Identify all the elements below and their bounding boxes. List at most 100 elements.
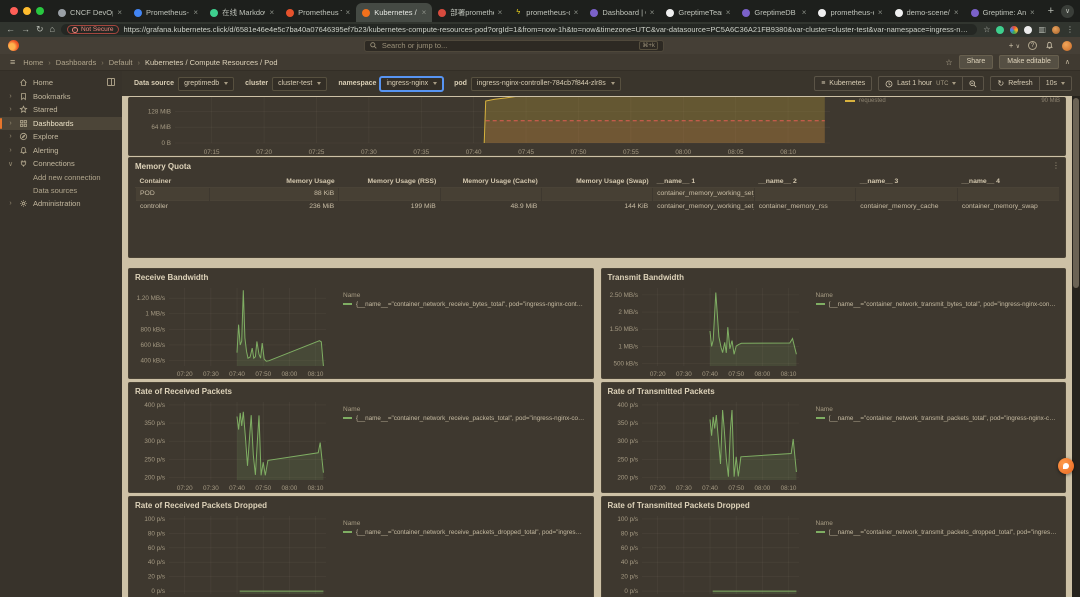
make-editable-button[interactable]: Make editable (999, 55, 1059, 69)
panel-title[interactable]: Receive Bandwidth (135, 273, 587, 283)
sidebar-item-dashboards[interactable]: ›Dashboards (0, 117, 122, 131)
panel-title[interactable]: Transmit Bandwidth (608, 273, 1060, 283)
timeseries-chart[interactable]: 0 p/s20 p/s40 p/s60 p/s80 p/s100 p/s07:2… (135, 512, 331, 597)
tab-close-icon[interactable]: × (574, 8, 579, 17)
legend-name[interactable]: requested (859, 98, 886, 104)
mega-menu-icon[interactable]: ≡ (10, 57, 15, 67)
page-scrollbar[interactable] (1072, 96, 1080, 597)
column-header[interactable]: __name__ 2 (754, 176, 856, 188)
legend-entry[interactable]: {__name__="container_network_receive_pac… (343, 529, 585, 536)
sidebar-subitem-add-new-connection[interactable]: Add new connection (0, 171, 122, 184)
new-tab-button[interactable]: + (1041, 5, 1061, 17)
url-bar[interactable]: ! Not Secure https://grafana.kubernetes.… (61, 24, 977, 35)
kubernetes-links-button[interactable]: ≡ Kubernetes (814, 76, 872, 91)
legend-entry[interactable]: {__name__="container_network_receive_byt… (343, 301, 585, 308)
variable-value-select[interactable]: ingress-nginx-controller-784cb7f844-zlr8… (471, 77, 621, 91)
tab-close-icon[interactable]: × (726, 8, 731, 17)
chevron-icon[interactable]: › (7, 106, 14, 113)
panel-title[interactable]: Rate of Received Packets (135, 387, 587, 397)
tab-close-icon[interactable]: × (802, 8, 807, 17)
share-button[interactable]: Share (959, 55, 994, 69)
favorite-star-icon[interactable]: ☆ (945, 58, 952, 67)
tab-close-icon[interactable]: × (193, 8, 198, 17)
tab-close-icon[interactable]: × (498, 8, 503, 17)
time-range-picker[interactable]: Last 1 hour UTC (878, 76, 963, 91)
zoom-out-time-button[interactable] (963, 76, 984, 91)
browser-tab[interactable]: demo-scene/ngin× (889, 3, 965, 22)
column-header[interactable]: Container (136, 176, 210, 188)
tab-search-chevron-icon[interactable]: ∨ (1061, 5, 1074, 18)
panel-title[interactable]: Rate of Transmitted Packets (608, 387, 1060, 397)
profile-avatar[interactable] (1052, 26, 1060, 34)
breadcrumb-item[interactable]: Default (109, 58, 133, 67)
window-controls[interactable] (10, 7, 44, 15)
floating-widget-badge[interactable] (1058, 458, 1074, 474)
zoom-window-icon[interactable] (36, 7, 44, 15)
memory-legend-entry[interactable]: requested 90 MiB (845, 98, 1060, 104)
refresh-interval-select[interactable]: 10s (1040, 76, 1072, 91)
browser-tab[interactable]: Prometheus Time× (280, 3, 356, 22)
minimize-window-icon[interactable] (23, 7, 31, 15)
column-header[interactable]: Memory Usage (Cache) (440, 176, 542, 188)
browser-tab[interactable]: ϟprometheus-oper× (508, 3, 584, 22)
memory-usage-chart[interactable]: 0 B64 MiB128 MiB07:1507:2007:2507:3007:3… (129, 97, 834, 156)
breadcrumb-item[interactable]: Dashboards (56, 58, 96, 67)
side-panel-icon[interactable]: ▥ (1038, 25, 1046, 34)
refresh-button[interactable]: ↻ Refresh (990, 76, 1039, 91)
sidebar-subitem-data-sources[interactable]: Data sources (0, 184, 122, 197)
timeseries-chart[interactable]: 200 p/s250 p/s300 p/s350 p/s400 p/s07:20… (135, 398, 331, 492)
reload-icon[interactable]: ↻ (36, 25, 44, 34)
grafana-logo-icon[interactable] (8, 40, 19, 51)
tab-close-icon[interactable]: × (650, 8, 655, 17)
home-icon[interactable]: ⌂ (50, 25, 55, 34)
tab-close-icon[interactable]: × (954, 8, 959, 17)
chevron-icon[interactable]: › (7, 133, 14, 140)
column-header[interactable]: __name__ 3 (856, 176, 958, 188)
github-extension-icon[interactable] (1024, 26, 1032, 34)
breadcrumb-item[interactable]: Home (23, 58, 43, 67)
extension-icon[interactable] (1010, 26, 1018, 34)
add-menu-button[interactable]: + ∨ (1009, 41, 1020, 50)
panel-title[interactable]: Rate of Transmitted Packets Dropped (608, 501, 1060, 511)
help-icon[interactable]: ? (1028, 41, 1037, 50)
browser-tab[interactable]: Kubernetes / Com× (356, 3, 432, 22)
browser-menu-icon[interactable]: ⋮ (1066, 25, 1074, 34)
timeseries-chart[interactable]: 500 kB/s1 MB/s1.50 MB/s2 MB/s2.50 MB/s07… (608, 284, 804, 378)
back-icon[interactable]: ← (6, 25, 15, 34)
chevron-icon[interactable]: › (7, 200, 14, 207)
column-header[interactable]: Memory Usage (209, 176, 338, 188)
security-badge[interactable]: ! Not Secure (67, 25, 119, 34)
collapse-header-icon[interactable]: ∧ (1065, 58, 1070, 66)
notification-bell-icon[interactable] (1045, 41, 1054, 50)
sidebar-item-alerting[interactable]: ›Alerting (0, 144, 122, 158)
tab-close-icon[interactable]: × (422, 8, 427, 17)
sidebar-item-administration[interactable]: ›Administration (0, 197, 122, 211)
bookmark-star-icon[interactable]: ☆ (983, 25, 990, 34)
browser-tab[interactable]: prometheus-oper× (812, 3, 888, 22)
timeseries-chart[interactable]: 400 kB/s600 kB/s800 kB/s1 MB/s1.20 MB/s0… (135, 284, 331, 378)
url-text[interactable]: https://grafana.kubernetes.click/d/6581e… (124, 25, 972, 34)
sidebar-item-explore[interactable]: ›Explore (0, 130, 122, 144)
scrollbar-thumb[interactable] (1073, 98, 1079, 288)
extension-icon[interactable] (996, 26, 1004, 34)
legend-entry[interactable]: {__name__="container_network_transmit_pa… (816, 529, 1058, 536)
column-header[interactable]: Memory Usage (RSS) (339, 176, 441, 188)
legend-entry[interactable]: {__name__="container_network_transmit_by… (816, 301, 1058, 308)
panel-title[interactable]: Memory Quota (135, 162, 1059, 172)
sidebar-item-connections[interactable]: ∨Connections (0, 157, 122, 171)
tab-close-icon[interactable]: × (878, 8, 883, 17)
variable-value-select[interactable]: greptimedb (178, 77, 234, 91)
panel-title[interactable]: Rate of Received Packets Dropped (135, 501, 587, 511)
browser-tab[interactable]: Prometheus-Agen× (128, 3, 204, 22)
sidebar-item-home[interactable]: Home (0, 76, 122, 90)
column-header[interactable]: Memory Usage (Swap) (542, 176, 653, 188)
timeseries-chart[interactable]: 0 p/s20 p/s40 p/s60 p/s80 p/s100 p/s07:2… (608, 512, 804, 597)
timeseries-chart[interactable]: 200 p/s250 p/s300 p/s350 p/s400 p/s07:20… (608, 398, 804, 492)
chevron-icon[interactable]: › (7, 93, 14, 100)
sidebar-item-starred[interactable]: ›Starred (0, 103, 122, 117)
tab-close-icon[interactable]: × (346, 8, 351, 17)
column-header[interactable]: __name__ 1 (653, 176, 755, 188)
browser-tab[interactable]: Dashboard | Grep× (584, 3, 660, 22)
tab-close-icon[interactable]: × (117, 8, 122, 17)
tab-close-icon[interactable]: × (269, 8, 274, 17)
